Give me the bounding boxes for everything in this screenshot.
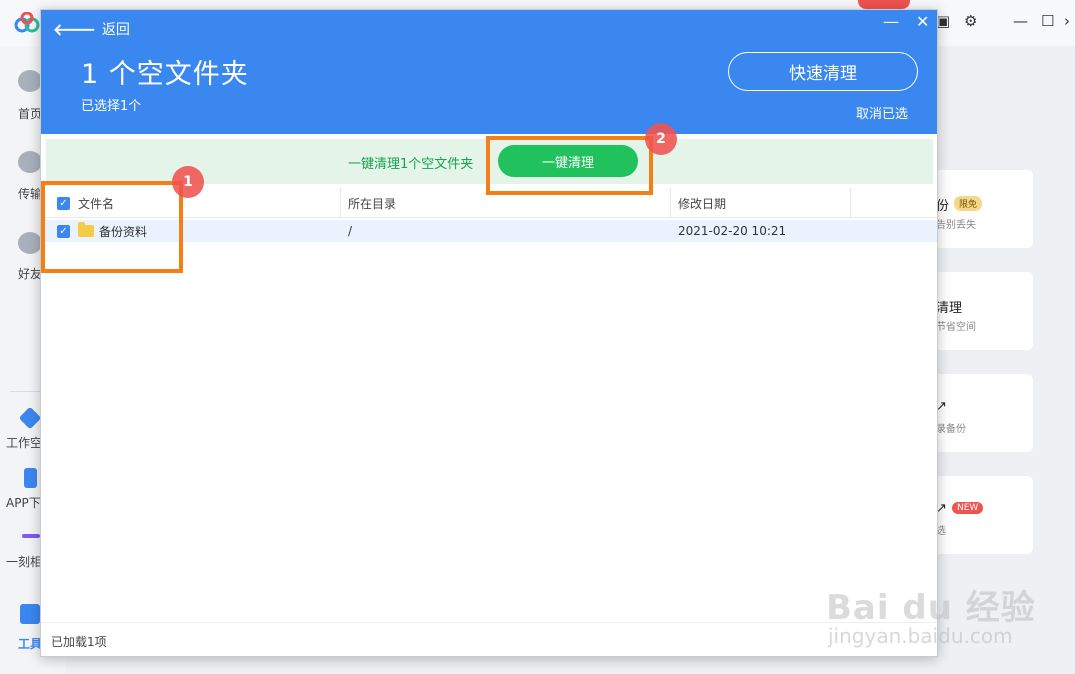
friends-icon [18, 232, 42, 254]
column-header: 修改日期 [678, 196, 727, 211]
annotation-number-2: 2 [645, 123, 677, 155]
tool-card-subtitle: 告别丢失 [936, 220, 976, 231]
header-dir-column[interactable]: 所在目录 [348, 188, 396, 218]
sidebar-item-label: 一刻相 [6, 555, 43, 569]
quick-clean-button[interactable]: 快速清理 [728, 52, 918, 91]
tool-card-title: 清理 [936, 301, 963, 316]
new-tag: NEW [952, 502, 984, 514]
app-logo-icon [14, 12, 40, 33]
modified-date-cell: 2021-02-20 10:21 [678, 224, 787, 238]
dialog-minimize-icon[interactable]: — [883, 12, 899, 31]
annotation-number-1: 1 [172, 166, 204, 198]
transfer-icon [18, 151, 42, 173]
back-label: 返回 [101, 22, 130, 38]
column-header: 所在目录 [348, 196, 397, 211]
phone-icon [24, 468, 37, 488]
header-date-column[interactable]: 修改日期 [678, 188, 726, 218]
cancel-selection-link[interactable]: 取消已选 [856, 103, 908, 122]
tools-grid-icon [20, 604, 40, 624]
chevron-right-icon[interactable]: › [1064, 12, 1070, 30]
free-tag: 限免 [954, 196, 983, 211]
watermark-url: jingyan.baidu.com [828, 624, 1013, 648]
clean-banner-message: 一键清理1个空文件夹 [348, 157, 474, 172]
settings-icon[interactable]: ⚙ [964, 12, 977, 30]
minimize-icon[interactable]: — [1013, 12, 1028, 30]
watermark-logo: Bai du 经验 [826, 588, 1036, 628]
back-arrow-icon: 🡐 [53, 20, 96, 39]
loaded-count: 已加载1项 [51, 635, 107, 649]
annotation-box-1 [41, 181, 183, 273]
sidebar-item-label: 工具 [18, 637, 43, 651]
column-divider [850, 188, 851, 218]
mail-icon[interactable]: ▣ [936, 12, 950, 30]
sidebar-item-label: 好友 [18, 267, 43, 281]
back-button[interactable]: 🡐 返回 [53, 19, 130, 39]
maximize-icon[interactable]: ☐ [1041, 12, 1054, 30]
dialog-close-icon[interactable]: ✕ [916, 12, 929, 31]
annotation-box-2 [486, 136, 653, 195]
dialog-footer: 已加载1项 [41, 622, 937, 656]
promo-badge [858, 0, 910, 9]
empty-folder-dialog: 🡐 返回 — ✕ 1 个空文件夹 已选择1个 快速清理 取消已选 一键清理1个空… [40, 9, 938, 657]
tool-card-subtitle: 节省空间 [936, 322, 976, 333]
column-divider [670, 188, 671, 218]
tool-card-subtitle: 录备份 [936, 424, 966, 435]
dialog-title: 1 个空文件夹 [81, 59, 249, 90]
sidebar-item-label: 工作空 [6, 436, 43, 450]
column-divider [340, 188, 341, 218]
dialog-header: 🡐 返回 — ✕ 1 个空文件夹 已选择1个 快速清理 取消已选 [41, 10, 937, 134]
sidebar-item-label: 传输 [18, 187, 43, 201]
sidebar-item-label: APP下 [6, 496, 41, 510]
sidebar-item-label: 首页 [18, 107, 43, 121]
cloud-icon [18, 70, 42, 92]
selection-count: 已选择1个 [81, 99, 142, 114]
moments-icon [22, 534, 40, 538]
directory-cell: / [348, 224, 353, 238]
